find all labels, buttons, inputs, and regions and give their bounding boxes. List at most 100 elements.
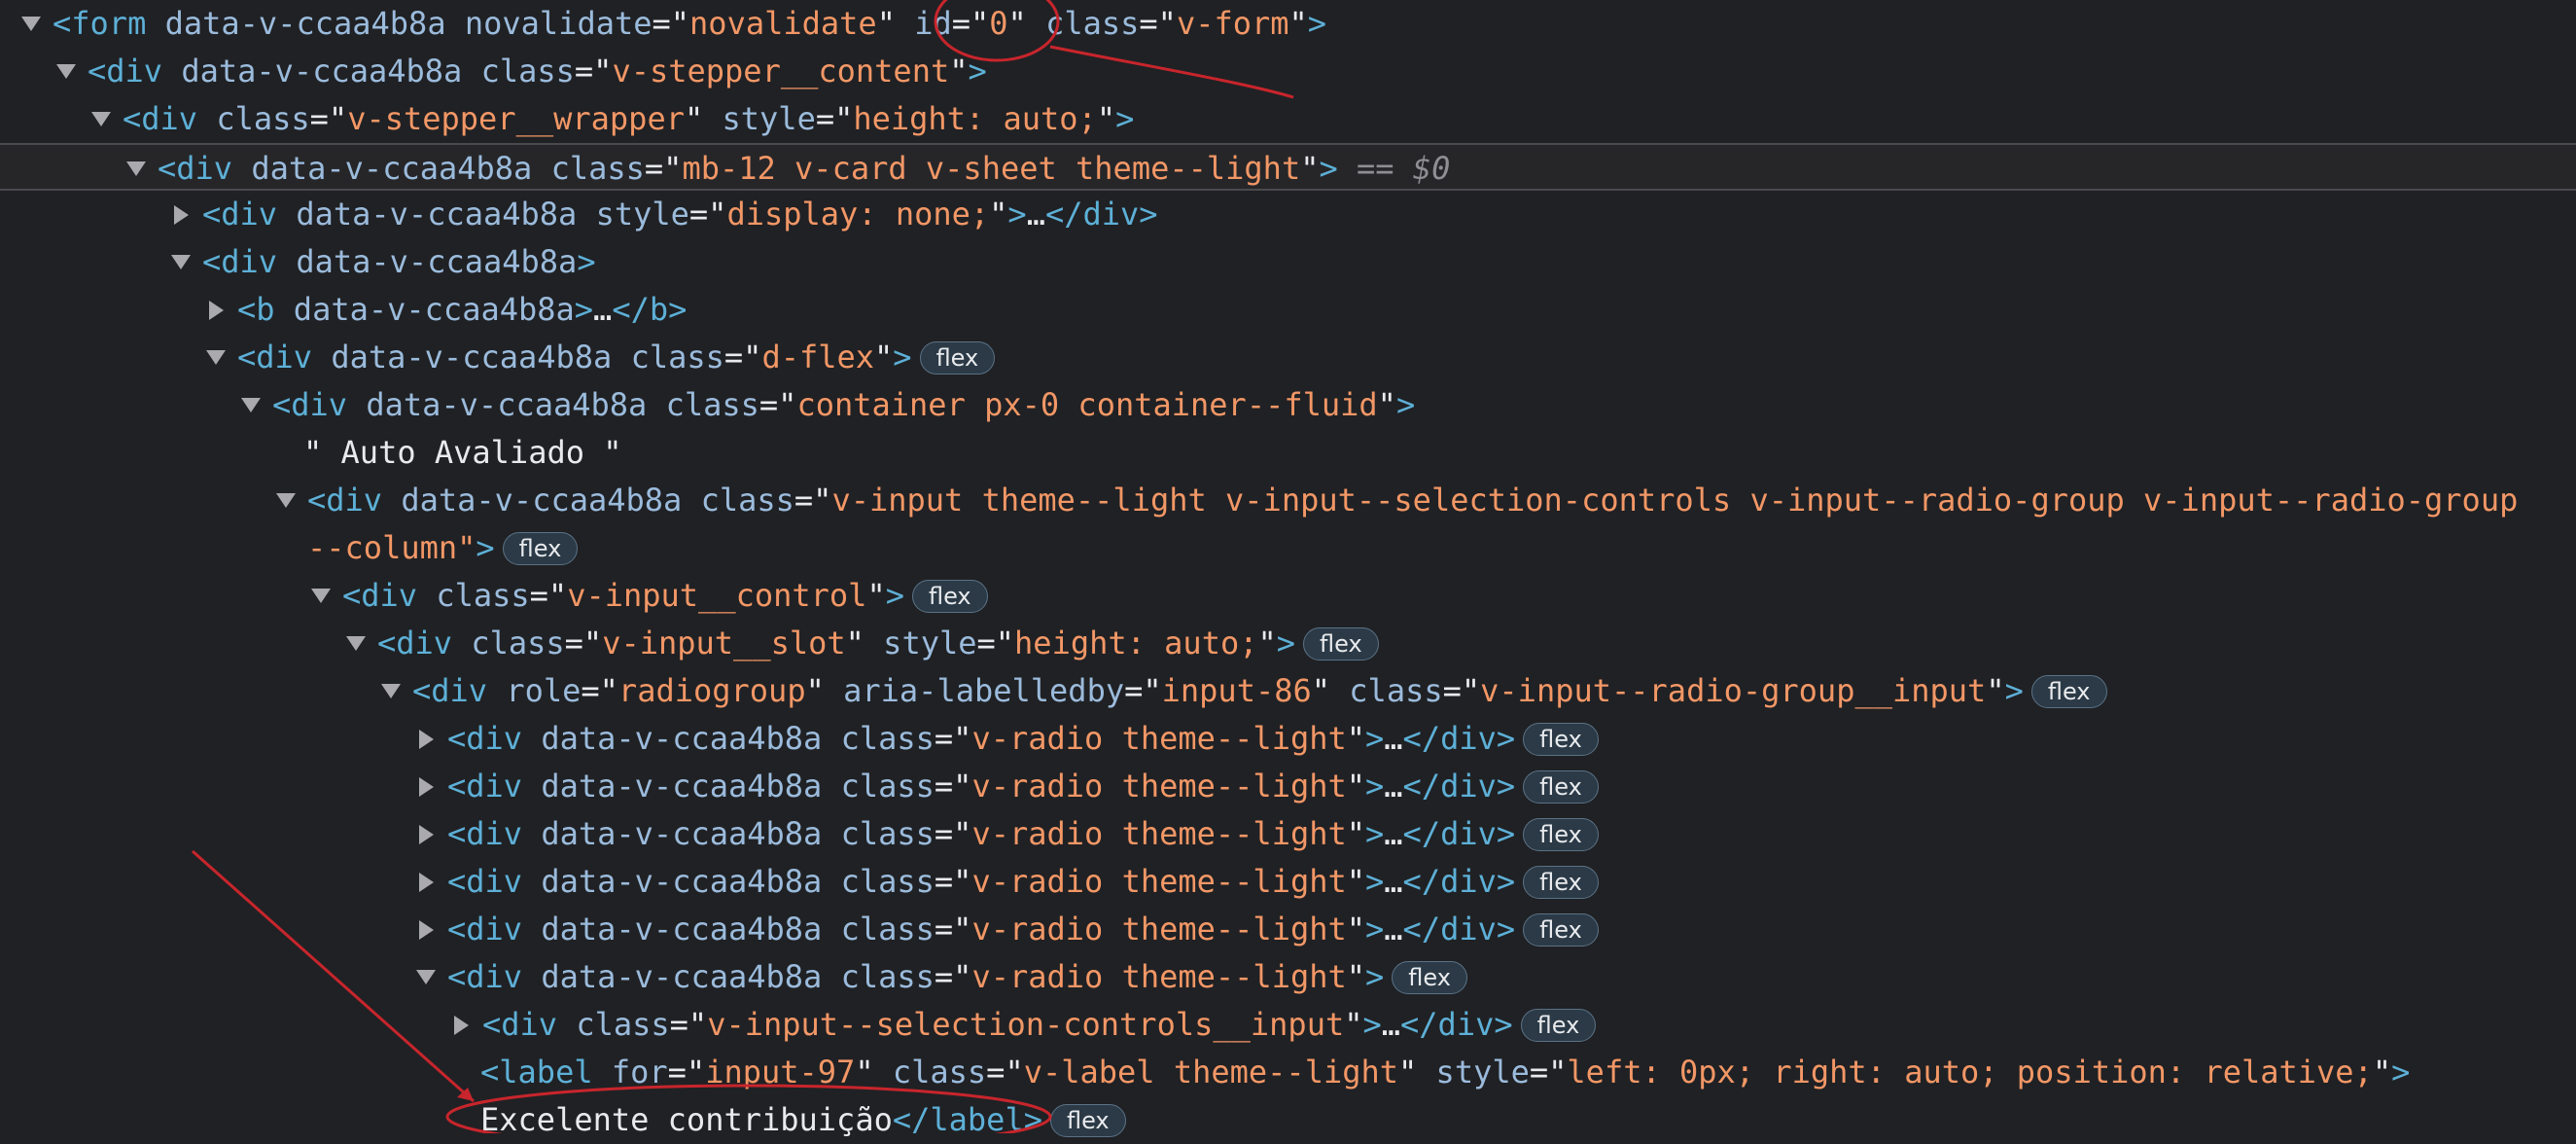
dom-node-row[interactable]: <div data-v-ccaa4b8a style =" display: non… — [0, 191, 2576, 238]
tag-bracket: > — [1276, 625, 1296, 661]
collapsed-triangle-icon[interactable] — [454, 1015, 469, 1035]
tag-name: <div — [482, 1006, 558, 1043]
attribute-equals: =" — [934, 815, 972, 852]
attribute-name: novalidate — [464, 5, 653, 42]
attribute-quote: " — [1096, 100, 1116, 137]
tag-name: <div — [447, 863, 523, 900]
attribute-equals: =" — [934, 958, 972, 995]
attribute-quote: " — [1346, 768, 1366, 804]
dom-node-row[interactable]: <div data-v-ccaa4b8a class =" v-radio them… — [0, 858, 2576, 906]
dom-node-row[interactable]: Excelente contribuição </label> flex — [0, 1096, 2576, 1144]
expand-triangle-icon[interactable] — [206, 350, 226, 365]
expand-triangle-icon[interactable] — [126, 161, 146, 176]
dom-node-row[interactable]: <div data-v-ccaa4b8a class =" d-flex " > flex — [0, 334, 2576, 381]
expand-triangle-icon[interactable] — [56, 64, 76, 79]
flex-badge[interactable]: flex — [919, 340, 996, 375]
attribute-equals: =" — [976, 625, 1015, 661]
expand-triangle-icon[interactable] — [171, 255, 191, 269]
dom-node-row[interactable]: <div role =" radiogroup " aria-labelledby ="… — [0, 667, 2576, 715]
attribute-quote: " — [866, 577, 886, 614]
text-node: Excelente contribuição — [480, 1101, 893, 1138]
attribute-name: class — [840, 720, 935, 757]
ellipsis: … — [1384, 815, 1403, 852]
expand-triangle-icon[interactable] — [241, 398, 261, 412]
attribute-value: v-input theme--light v-input--selection-… — [831, 482, 2519, 518]
dom-node-row[interactable]: <form data-v-ccaa4b8a novalidate =" novali… — [0, 0, 2576, 48]
collapsed-triangle-icon[interactable] — [419, 919, 434, 940]
tag-name: <div — [447, 911, 523, 947]
dom-node-row[interactable]: --column" > flex — [0, 524, 2576, 572]
collapsed-triangle-icon[interactable] — [209, 300, 224, 320]
dom-node-row[interactable]: <div class =" v-input__slot " style =" height… — [0, 620, 2576, 667]
expand-triangle-icon[interactable] — [381, 684, 401, 698]
flex-badge[interactable]: flex — [1523, 817, 1599, 851]
attribute-equals: =" — [986, 1054, 1024, 1090]
attribute-value: v-input__slot — [602, 625, 846, 661]
dom-node-row[interactable]: <div data-v-ccaa4b8a > — [0, 238, 2576, 286]
expand-triangle-icon[interactable] — [311, 589, 331, 603]
dom-node-row[interactable]: <div data-v-ccaa4b8a class =" v-radio them… — [0, 763, 2576, 810]
dom-node-row[interactable]: " Auto Avaliado " — [0, 429, 2576, 477]
dom-node-line: <div data-v-ccaa4b8a class =" v-stepper__c… — [56, 48, 987, 95]
collapsed-triangle-icon[interactable] — [419, 729, 434, 749]
flex-badge[interactable]: flex — [1392, 960, 1467, 994]
dom-node-row[interactable]: <div class =" v-stepper__wrapper " style =" h… — [0, 95, 2576, 143]
collapsed-triangle-icon[interactable] — [419, 872, 434, 892]
dom-node-row[interactable]: <div data-v-ccaa4b8a class =" v-input them… — [0, 477, 2576, 524]
dom-node-row[interactable]: <div data-v-ccaa4b8a class =" v-radio them… — [0, 906, 2576, 953]
flex-badge[interactable]: flex — [1049, 1103, 1126, 1137]
flex-badge[interactable]: flex — [1523, 912, 1599, 947]
attribute-name: class — [840, 815, 935, 852]
dom-node-row[interactable]: <div data-v-ccaa4b8a class =" v-radio them… — [0, 810, 2576, 858]
expand-triangle-icon[interactable] — [21, 17, 41, 31]
collapsed-triangle-icon[interactable] — [174, 204, 189, 225]
collapsed-triangle-icon[interactable] — [419, 776, 434, 797]
attribute-name: class — [576, 1006, 670, 1043]
dom-node-row[interactable]: <div data-v-ccaa4b8a class =" v-radio them… — [0, 715, 2576, 763]
attribute-quote: " — [1346, 720, 1366, 757]
attribute-equals: =" — [1124, 672, 1162, 709]
attribute-quote: " — [1346, 911, 1366, 947]
expand-triangle-icon[interactable] — [91, 112, 111, 126]
attribute-value: v-label theme--light — [1023, 1054, 1399, 1090]
flex-badge[interactable]: flex — [1303, 626, 1379, 661]
expand-triangle-icon[interactable] — [416, 970, 436, 984]
dom-node-row[interactable]: <div class =" v-input__control " > flex — [0, 572, 2576, 620]
flex-badge[interactable]: flex — [2030, 674, 2107, 708]
dom-node-row[interactable]: <div data-v-ccaa4b8a class =" container px… — [0, 381, 2576, 429]
tag-name: <div — [377, 625, 453, 661]
tag-bracket: > — [1007, 196, 1027, 232]
dom-node-line: <div data-v-ccaa4b8a class =" v-radio them… — [416, 810, 1599, 858]
dom-node-row[interactable]: <b data-v-ccaa4b8a >… </b> — [0, 286, 2576, 334]
attribute-name: class — [840, 863, 935, 900]
dom-node-row[interactable]: <div class =" v-input--selection-controls_… — [0, 1001, 2576, 1049]
flex-badge[interactable]: flex — [911, 579, 988, 613]
dom-node-row[interactable]: <div data-v-ccaa4b8a class =" mb-12 v-card… — [0, 143, 2576, 191]
dom-node-row[interactable]: <label for =" input-97 " class =" v-label the… — [0, 1049, 2576, 1096]
dom-node-row[interactable]: <div data-v-ccaa4b8a class =" v-radio them… — [0, 953, 2576, 1001]
dom-node-row[interactable]: <div data-v-ccaa4b8a class =" v-stepper__c… — [0, 48, 2576, 95]
expand-triangle-icon[interactable] — [346, 636, 366, 651]
attribute-equals: =" — [529, 577, 568, 614]
flex-badge[interactable]: flex — [502, 531, 579, 565]
flex-badge[interactable]: flex — [1520, 1008, 1597, 1042]
flex-badge[interactable]: flex — [1523, 722, 1599, 756]
attribute-quote: " — [1344, 1006, 1363, 1043]
expand-triangle-icon[interactable] — [276, 493, 296, 508]
flex-badge[interactable]: flex — [1523, 769, 1599, 804]
tag-bracket: > — [1395, 386, 1416, 423]
attribute-value: v-radio theme--light — [971, 863, 1347, 900]
tag-bracket: > — [1115, 100, 1135, 137]
flex-badge[interactable]: flex — [1523, 865, 1599, 899]
collapsed-triangle-icon[interactable] — [419, 824, 434, 844]
